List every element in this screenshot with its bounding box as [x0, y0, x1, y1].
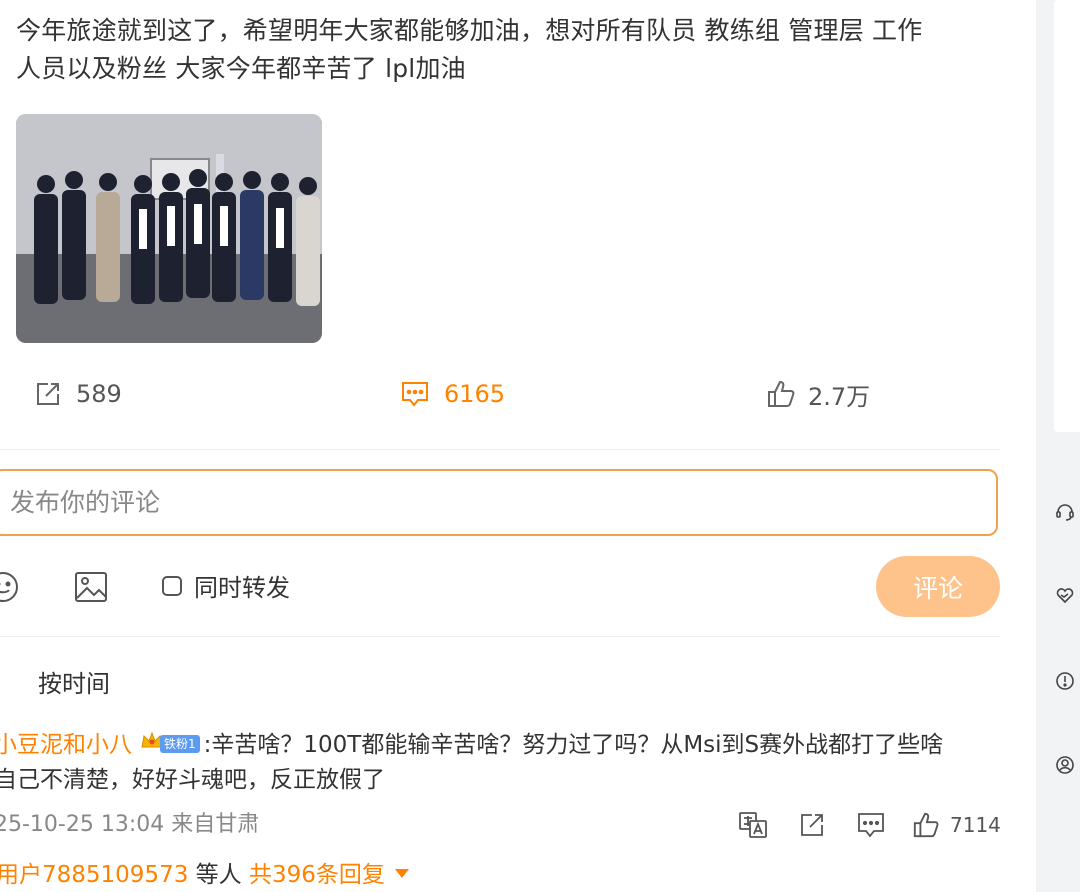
comment-text-line-1: :辛苦啥？100T都能输辛苦啥？努力过了吗？从Msi到S赛外战都打了些啥	[203, 732, 944, 758]
like-count: 2.7万	[808, 382, 871, 411]
comment-text-line-2: 自己不清楚，好好斗魂吧，反正放假了	[0, 767, 385, 793]
comment-repost-button[interactable]	[798, 808, 826, 842]
translate-icon	[739, 812, 767, 838]
reply-users-link[interactable]: 用户7885109573	[0, 862, 188, 888]
thumbs-up-icon	[766, 379, 796, 409]
checkbox-box[interactable]	[162, 575, 182, 596]
comment-first-line: 小豆泥和小八 铁粉1:辛苦啥？100T都能输辛苦啥？努力过了吗？从Msi到S赛外战…	[0, 728, 1004, 763]
divider	[0, 636, 1000, 637]
comment-action[interactable]: 6165	[400, 376, 505, 412]
comment-username[interactable]: 小豆泥和小八	[0, 732, 132, 758]
repost-action[interactable]: 589	[34, 376, 122, 412]
comment-input-box[interactable]	[0, 469, 1012, 536]
replies-summary[interactable]: 用户7885109573 等人 共396条回复	[0, 858, 409, 892]
sidebar-card	[1054, 0, 1080, 432]
submit-comment-button[interactable]: 评论	[876, 556, 1000, 617]
divider	[0, 449, 1000, 450]
emoji-icon	[0, 572, 18, 602]
post-content: 今年旅途就到这了，希望明年大家都能够加油，想对所有队员 教练组 管理层 工作 人…	[16, 12, 1016, 88]
headset-icon[interactable]	[1054, 500, 1076, 522]
repost-count: 589	[76, 380, 122, 408]
comment-input[interactable]	[0, 471, 1012, 534]
comment-icon	[858, 813, 884, 838]
insert-image-button[interactable]	[74, 570, 108, 604]
like-action[interactable]: 2.7万	[766, 376, 870, 412]
team-photo-icon	[16, 114, 322, 343]
heart-hands-icon[interactable]	[1054, 584, 1076, 606]
post-text-line-2: 人员以及粉丝 大家今年都辛苦了 lpl加油	[16, 54, 466, 83]
comment-like-button[interactable]: 7114	[912, 808, 1001, 842]
repost-checkbox-label: 同时转发	[194, 574, 290, 602]
caret-down-icon	[394, 869, 409, 878]
reply-mid-text: 等人	[188, 862, 249, 888]
alert-circle-icon[interactable]	[1054, 670, 1076, 692]
comment-icon	[400, 380, 430, 408]
post-image[interactable]	[16, 114, 322, 343]
weibo-post-detail: 今年旅途就到这了，希望明年大家都能够加油，想对所有队员 教练组 管理层 工作 人…	[0, 0, 1036, 892]
comment-reply-button[interactable]	[856, 808, 886, 842]
emoji-button[interactable]	[0, 570, 20, 604]
sort-by-time-tab[interactable]: 按时间	[38, 664, 110, 699]
thumbs-up-icon	[912, 811, 940, 839]
fan-badge-label: 铁粉1	[160, 734, 200, 753]
user-circle-icon[interactable]	[1054, 754, 1076, 776]
comment-count: 6165	[444, 380, 506, 408]
comment-like-count: 7114	[950, 813, 1001, 837]
translate-button[interactable]	[738, 808, 768, 842]
repost-icon	[801, 814, 823, 836]
repost-icon	[34, 380, 62, 408]
reply-total-link[interactable]: 共396条回复	[249, 862, 385, 888]
post-text-line-1: 今年旅途就到这了，希望明年大家都能够加油，想对所有队员 教练组 管理层 工作	[16, 16, 923, 45]
comment-meta: 25-10-25 13:04 来自甘肃	[0, 812, 260, 837]
fan-badge[interactable]: 铁粉1	[140, 727, 200, 761]
image-icon	[75, 572, 107, 602]
repost-checkbox[interactable]: 同时转发	[162, 568, 290, 603]
